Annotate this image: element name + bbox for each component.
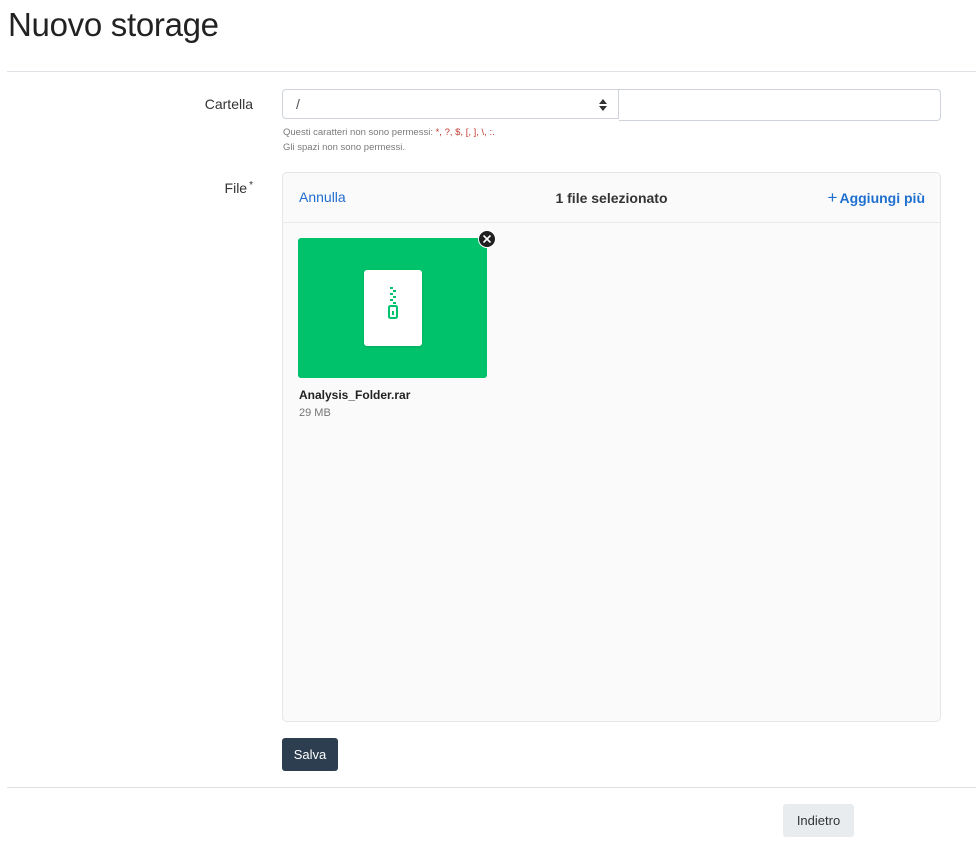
folder-help-chars: Questi caratteri non sono permessi: *, ?…: [283, 127, 495, 138]
required-marker: *: [249, 180, 253, 191]
folder-name-input[interactable]: [619, 89, 941, 121]
file-name: Analysis_Folder.rar: [299, 388, 411, 402]
file-paper: [364, 270, 422, 346]
folder-help-prefix: Questi caratteri non sono permessi:: [283, 127, 436, 138]
plus-icon: +: [827, 188, 838, 207]
divider-top: [7, 71, 976, 72]
file-label-text: File: [224, 180, 248, 196]
folder-select[interactable]: /: [282, 89, 619, 119]
save-button[interactable]: Salva: [282, 738, 338, 771]
close-icon: [482, 234, 492, 244]
file-thumbnail: [298, 238, 487, 378]
back-button[interactable]: Indietro: [783, 804, 854, 837]
file-size: 29 MB: [299, 407, 331, 419]
add-more-button[interactable]: + Aggiungi più: [828, 188, 925, 208]
add-more-label: Aggiungi più: [839, 190, 925, 206]
file-label: File *: [180, 180, 253, 196]
select-arrows-icon: [599, 99, 607, 111]
remove-file-button[interactable]: [478, 230, 496, 248]
zip-archive-icon: [388, 287, 398, 319]
folder-help-spaces: Gli spazi non sono permessi.: [283, 142, 405, 153]
folder-select-value: /: [296, 96, 300, 112]
folder-label: Cartella: [204, 96, 253, 112]
uploader-header: Annulla 1 file selezionato + Aggiungi più: [283, 173, 940, 223]
divider-bottom: [7, 787, 976, 788]
page-title: Nuovo storage: [8, 6, 219, 43]
file-uploader[interactable]: Annulla 1 file selezionato + Aggiungi più: [282, 172, 941, 722]
forbidden-chars: *, ?, $, [, ], \, :.: [435, 127, 495, 138]
